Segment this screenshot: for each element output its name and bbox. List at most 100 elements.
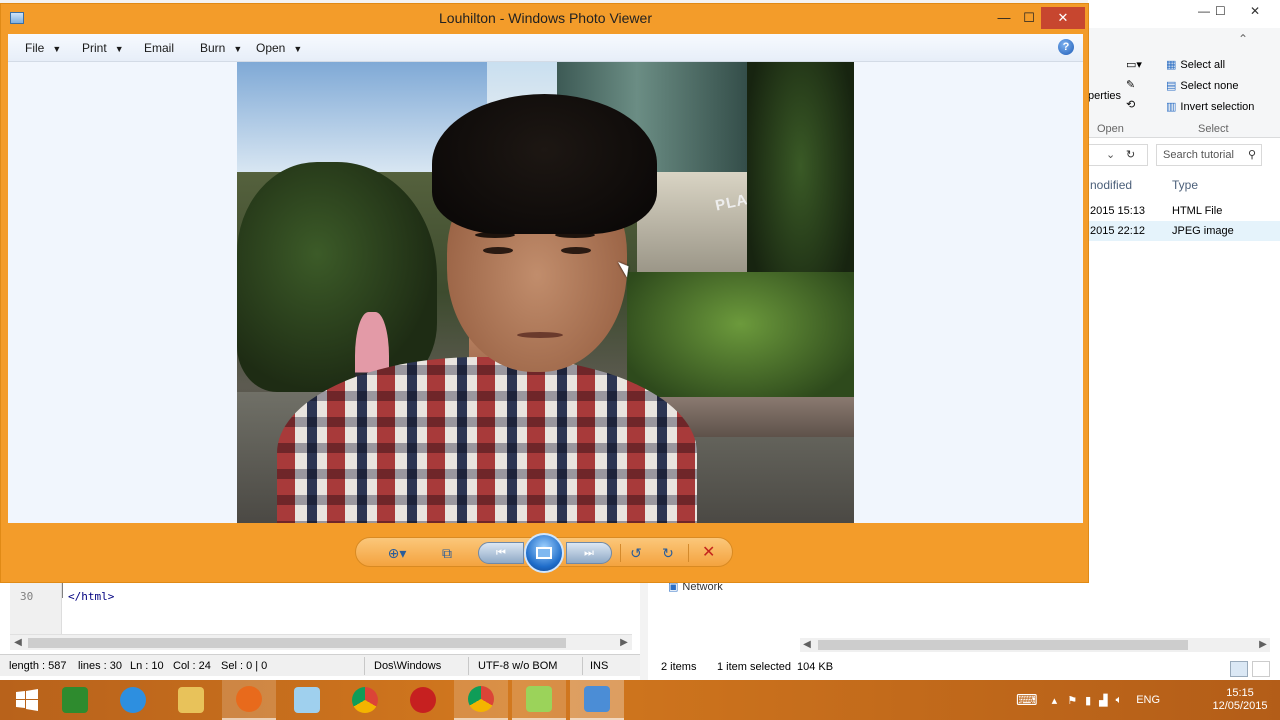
firefox-icon [236,686,262,712]
menu-email[interactable]: Email [144,41,174,55]
invert-selection-icon: ▥ [1166,101,1177,113]
taskbar-download-manager[interactable] [396,680,450,720]
show-hidden-icons-icon[interactable]: ▴ [1052,694,1058,707]
folder-icon [178,687,204,713]
clock[interactable]: 15:15 12/05/2015 [1205,687,1275,713]
status-selected: 1 item selected [717,661,791,673]
minimize-button[interactable]: — [997,7,1011,29]
taskbar: ⌨ ▴ ⚑ ▮ ▟ 🔈︎ ENG 15:15 12/05/2015 [0,680,1280,720]
address-bar[interactable]: ⌄ ↻ [1088,144,1148,166]
start-button[interactable] [0,680,54,720]
scroll-right-icon[interactable]: ▶ [616,635,632,651]
playback-control-bar: ⊕▾ ⧉ ⏮ ⏭ ↺ ↻ ✕ [355,533,733,573]
photo-viewer-icon [584,686,610,712]
chevron-down-icon: ▼ [293,44,303,54]
scroll-right-icon[interactable]: ▶ [1256,638,1270,652]
chrome-icon [352,687,378,713]
menu-email-label: Email [144,41,175,55]
language-indicator[interactable]: ENG [1136,694,1160,706]
menu-open-label: Open [256,41,286,55]
select-none-label: Select none [1180,79,1239,92]
taskbar-file-explorer[interactable] [164,680,218,720]
menu-file[interactable]: File ▼ [25,41,61,55]
photo-eye [561,247,591,254]
scroll-left-icon[interactable]: ◀ [800,638,814,652]
search-input[interactable]: Search tutorial ⚲ [1156,144,1262,166]
rotate-clockwise-icon[interactable]: ↻ [658,543,678,563]
previous-button[interactable]: ⏮ [478,542,524,564]
file-row[interactable]: 2015 15:13 HTML File [1088,201,1280,221]
status-mode: INS [590,660,609,672]
status-size: 104 KB [797,661,834,673]
taskbar-photo-viewer[interactable] [570,680,624,720]
close-button[interactable]: ✕ [1250,4,1260,18]
chevron-down-icon: ▼ [114,44,124,54]
taskbar-chrome[interactable] [338,680,392,720]
status-col: Col : 24 [173,660,211,672]
file-row-selected[interactable]: 2015 22:12 JPEG image [1088,221,1280,241]
collapse-ribbon-icon[interactable]: ⌃ [1238,32,1248,46]
horizontal-scrollbar[interactable]: ◀ ▶ [800,638,1270,652]
displayed-photo[interactable]: PLAZA [237,62,854,523]
minimize-button[interactable]: — [1198,4,1210,18]
photo-hair [432,94,657,234]
menu-burn[interactable]: Burn ▼ [200,41,242,55]
notepadpp-status-bar: length : 587 lines : 30 Ln : 10 Col : 24… [0,654,640,676]
select-all-icon: ▦ [1166,59,1177,71]
column-date-modified[interactable]: nodified [1090,178,1132,192]
scroll-thumb[interactable] [28,638,566,648]
search-icon: ⚲ [1247,149,1256,161]
taskbar-notepadpp[interactable] [512,680,566,720]
menu-print[interactable]: Print ▼ [82,41,124,55]
chevron-down-icon: ▼ [233,44,243,54]
open-dropdown-icon[interactable]: ▭▾ [1126,58,1142,71]
window-title: Louhilton - Windows Photo Viewer [439,10,652,26]
delete-icon[interactable]: ✕ [702,542,715,562]
refresh-icon[interactable]: ↻ [1126,145,1135,165]
taskbar-notepad[interactable] [280,680,334,720]
photo-plants [627,272,854,402]
volume-icon[interactable]: 🔈︎ [1116,694,1123,707]
zoom-icon[interactable]: ⊕▾ [382,543,412,563]
select-all-button[interactable]: ▦ Select all [1166,58,1225,72]
group-select-label: Select [1198,123,1229,135]
close-button[interactable]: ✕ [1041,7,1085,29]
status-lines: lines : 30 [78,660,123,672]
select-none-button[interactable]: ▤ Select none [1166,79,1239,93]
horizontal-scrollbar[interactable]: ◀ ▶ [10,634,632,650]
notepad-icon [294,687,320,713]
properties-button[interactable]: perties [1088,90,1121,102]
details-view-button[interactable] [1230,661,1248,677]
large-icons-view-button[interactable] [1252,661,1270,677]
photo-mouth [517,332,563,338]
download-manager-icon [410,687,436,713]
flag-icon[interactable]: ⚑ [1067,694,1077,707]
rotate-counterclockwise-icon[interactable]: ↺ [626,543,646,563]
notepadpp-icon [526,686,552,712]
image-viewing-area[interactable]: PLAZA [8,62,1083,523]
actual-size-icon[interactable]: ⧉ [436,543,458,563]
address-dropdown-icon[interactable]: ⌄ [1106,145,1115,165]
maximize-button[interactable]: ☐ [1021,7,1037,29]
scroll-left-icon[interactable]: ◀ [10,635,26,651]
taskbar-store[interactable] [48,680,102,720]
taskbar-firefox[interactable] [222,680,276,720]
taskbar-chrome-2[interactable] [454,680,508,720]
history-icon[interactable]: ⟲ [1126,98,1135,111]
menu-print-label: Print [82,41,107,55]
next-button[interactable]: ⏭ [566,542,612,564]
code-line[interactable]: </html> [68,590,114,603]
slideshow-button[interactable] [524,533,564,573]
network-signal-icon[interactable]: ▟ [1099,694,1107,707]
keyboard-icon[interactable]: ⌨ [1016,691,1038,709]
battery-icon[interactable]: ▮ [1085,694,1091,707]
help-icon[interactable]: ? [1058,39,1074,55]
menu-open[interactable]: Open ▼ [256,41,302,55]
scroll-thumb[interactable] [818,640,1188,650]
edit-icon[interactable]: ✎ [1126,78,1135,91]
maximize-button[interactable]: ☐ [1215,4,1226,18]
invert-selection-button[interactable]: ▥ Invert selection [1166,100,1254,114]
status-encoding: UTF-8 w/o BOM [478,660,558,672]
taskbar-internet-explorer[interactable] [106,680,160,720]
column-type[interactable]: Type [1172,178,1198,192]
